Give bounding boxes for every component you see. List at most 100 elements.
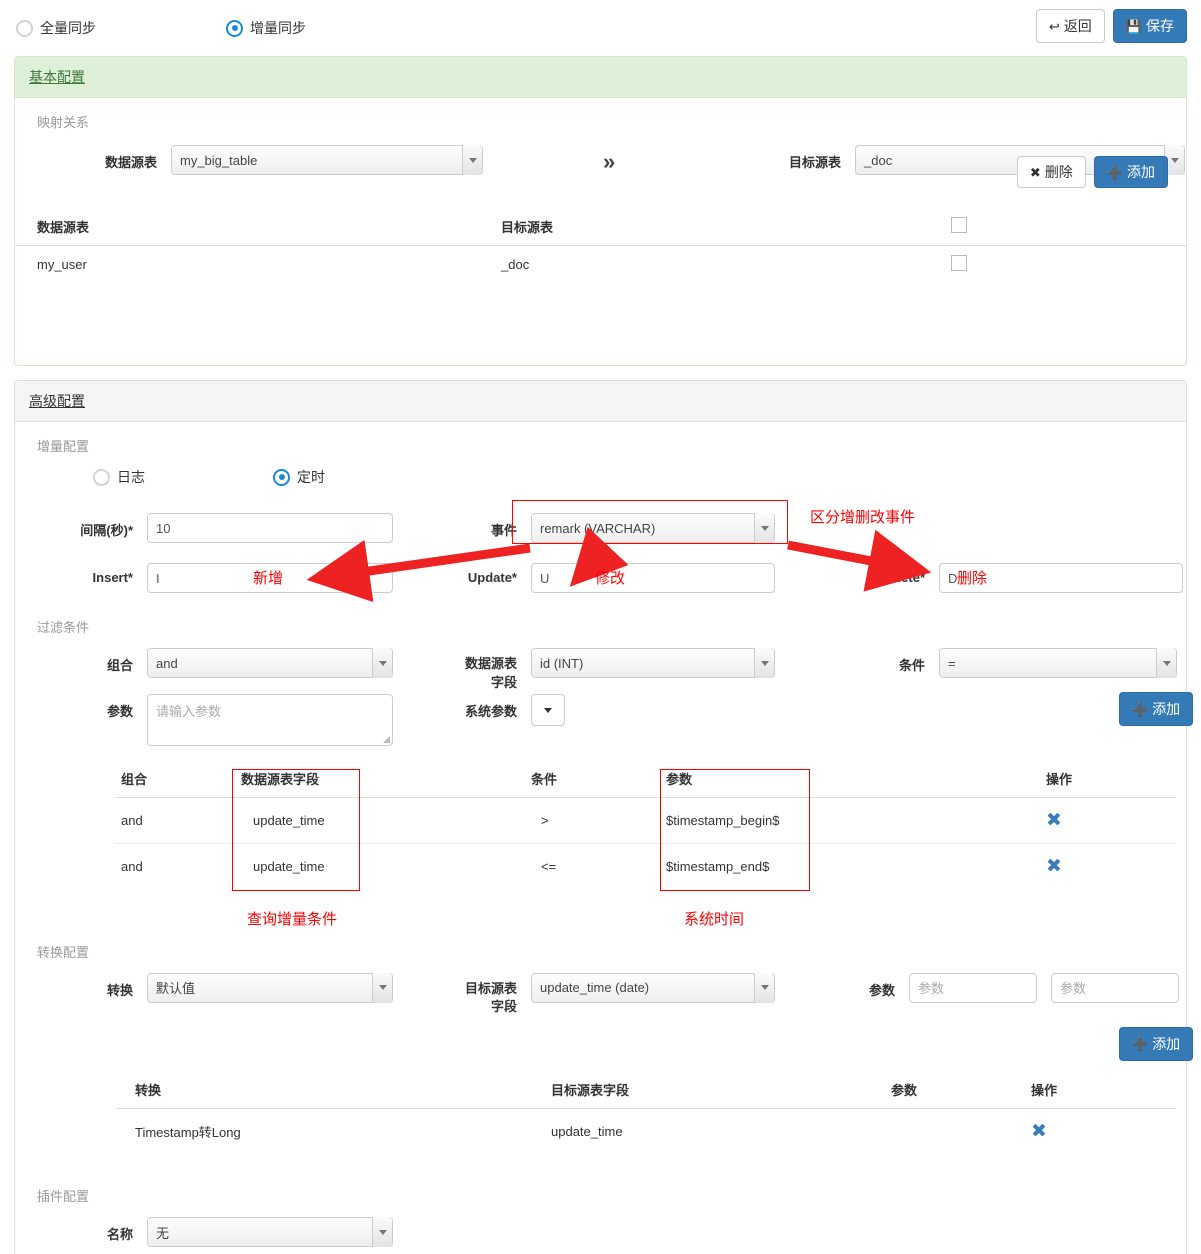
filter-row1-param: $timestamp_begin$ [660, 797, 1040, 844]
mapping-row: 数据源表 my_big_table » 目标源表 _doc [15, 141, 1186, 185]
chevron-down-icon[interactable] [754, 972, 774, 1003]
filter-col-condition: 条件 [525, 760, 660, 798]
chevron-down-icon[interactable] [372, 648, 392, 678]
incremental-section-title: 增量配置 [37, 439, 90, 454]
transform-row-param [885, 1108, 1025, 1154]
plus-icon: ➕ [1132, 701, 1149, 717]
insert-label: Insert* [92, 570, 133, 585]
table-row[interactable]: my_user _doc [15, 246, 1186, 284]
filter-row2-action: ✖ [1040, 844, 1176, 890]
filter-condition-label: 条件 [898, 658, 925, 673]
radio-selected-icon[interactable] [273, 468, 290, 486]
iud-row: Insert* I Update* U Delete* D [15, 555, 1186, 609]
chevron-down-icon[interactable] [754, 648, 774, 678]
advanced-config-header: 高级配置 [15, 381, 1186, 422]
add-filter-button[interactable]: ➕ 添加 [1119, 692, 1194, 726]
filter-col-field: 数据源表字段 [235, 760, 525, 798]
source-table-value: my_big_table [180, 152, 258, 168]
incremental-mode-option-timer[interactable]: 定时 [273, 467, 325, 487]
row-checkbox[interactable] [951, 255, 967, 271]
filter-combine-value: and [156, 655, 178, 671]
sync-mode-option-incremental[interactable]: 增量同步 [226, 18, 306, 38]
filter-condition-value: = [948, 655, 956, 671]
filter-condition-select[interactable]: = [939, 648, 1177, 678]
toolbar-buttons: ↩ 返回 💾 保存 [1035, 9, 1187, 43]
target-table-value: _doc [864, 152, 893, 168]
filter-param-label: 参数 [106, 704, 133, 719]
save-button[interactable]: 💾 保存 [1112, 9, 1187, 43]
delete-row-icon[interactable]: ✖ [1046, 810, 1062, 831]
plugin-name-value: 无 [156, 1225, 170, 1241]
sync-mode-option-full[interactable]: 全量同步 [16, 18, 226, 38]
insert-value: I [156, 570, 160, 586]
transform-select[interactable]: 默认值 [147, 972, 393, 1003]
transform-target-field-select[interactable]: update_time (date) [531, 972, 775, 1003]
filter-row1-field: update_time [235, 797, 525, 844]
delete-input[interactable]: D [939, 563, 1183, 593]
update-group: Update* U [415, 563, 775, 593]
back-button-label: 返回 [1063, 18, 1092, 34]
chevron-down-icon[interactable] [462, 145, 482, 175]
add-mapping-button[interactable]: ➕ 添加 [1093, 156, 1168, 188]
plugin-name-group: 名称 无 [23, 1217, 393, 1247]
mapping-col-target: 目标源表 [495, 208, 945, 246]
radio-unselected-icon[interactable] [93, 468, 110, 486]
incremental-mode-row: 日志 定时 [15, 465, 1186, 505]
transform-param1-input[interactable]: 参数 [909, 972, 1037, 1003]
chevron-down-icon[interactable] [754, 513, 774, 543]
add-transform-button[interactable]: ➕ 添加 [1119, 1026, 1194, 1061]
source-table-select[interactable]: my_big_table [171, 145, 483, 175]
table-row[interactable]: and update_time > $timestamp_begin$ ✖ [115, 797, 1176, 844]
chevron-down-icon[interactable] [1156, 648, 1176, 678]
mapping-section-title: 映射关系 [37, 115, 90, 130]
filter-combine-label: 组合 [106, 658, 133, 673]
radio-selected-icon[interactable] [226, 19, 243, 37]
mapping-table: 数据源表 目标源表 my_user _doc [15, 208, 1186, 283]
filter-row2-field: update_time [253, 859, 325, 875]
basic-config-title: 基本配置 [29, 69, 85, 85]
filter-combine-select[interactable]: and [147, 648, 393, 678]
table-row[interactable]: and update_time <= $timestamp_end$ ✖ [115, 844, 1176, 890]
interval-event-row: 间隔(秒)* 10 事件 remark (VARCHAR) [15, 505, 1186, 555]
interval-input[interactable]: 10 [147, 513, 393, 543]
transform-target-field-label: 目标源表 字段 [415, 973, 517, 1018]
transform-group: 转换 默认值 [23, 972, 393, 1003]
delete-mapping-button[interactable]: ✖ 删除 [1016, 156, 1086, 188]
delete-row-icon[interactable]: ✖ [1031, 1121, 1047, 1142]
back-button[interactable]: ↩ 返回 [1035, 9, 1105, 43]
filter-sysparam-select[interactable] [531, 694, 565, 726]
delete-group: Delete* D [815, 563, 1183, 593]
transform-row-1: 转换 默认值 目标源表 字段 update_time (date) 参数 参数 … [15, 971, 1186, 1019]
select-all-checkbox[interactable] [951, 217, 967, 233]
event-select[interactable]: remark (VARCHAR) [531, 513, 775, 543]
filter-combine-group: 组合 and [23, 648, 393, 678]
delete-mapping-label: 删除 [1044, 164, 1073, 180]
table-row[interactable]: Timestamp转Long update_time ✖ [115, 1108, 1176, 1154]
chevron-down-icon[interactable] [372, 972, 392, 1003]
plus-icon: ➕ [1106, 164, 1123, 180]
basic-config-body: 映射关系 数据源表 my_big_table » 目标源表 _doc ✖ 删除 … [15, 98, 1186, 365]
filter-param-group: 参数 请输入参数 [23, 694, 393, 746]
plugin-name-select[interactable]: 无 [147, 1217, 393, 1247]
filter-col-action: 操作 [1040, 760, 1176, 798]
insert-input[interactable]: I [147, 563, 393, 593]
plugin-row: 名称 无 [15, 1215, 1186, 1254]
filter-field-select[interactable]: id (INT) [531, 648, 775, 678]
delete-row-icon[interactable]: ✖ [1046, 856, 1062, 877]
transform-param2-input[interactable]: 参数 [1051, 972, 1179, 1003]
mapping-arrow: » [603, 149, 615, 175]
transform-table: 转换 目标源表字段 参数 操作 Timestamp转Long update_ti… [115, 1070, 1176, 1155]
update-input[interactable]: U [531, 563, 775, 593]
delete-label: Delete* [880, 570, 925, 585]
filter-sysparam-label: 系统参数 [464, 704, 517, 719]
transform-param-label: 参数 [868, 982, 895, 998]
filter-param-textarea[interactable]: 请输入参数 [147, 694, 393, 746]
incremental-mode-option-log[interactable]: 日志 [93, 467, 273, 487]
filter-section-title: 过滤条件 [37, 620, 90, 635]
chevron-down-icon[interactable] [372, 1217, 392, 1247]
filter-row2-condition: <= [541, 859, 557, 875]
transform-col-action: 操作 [1025, 1070, 1176, 1109]
plugin-section-title: 插件配置 [37, 1189, 90, 1204]
filter-field-value: id (INT) [540, 655, 584, 671]
radio-unselected-icon[interactable] [16, 19, 33, 37]
